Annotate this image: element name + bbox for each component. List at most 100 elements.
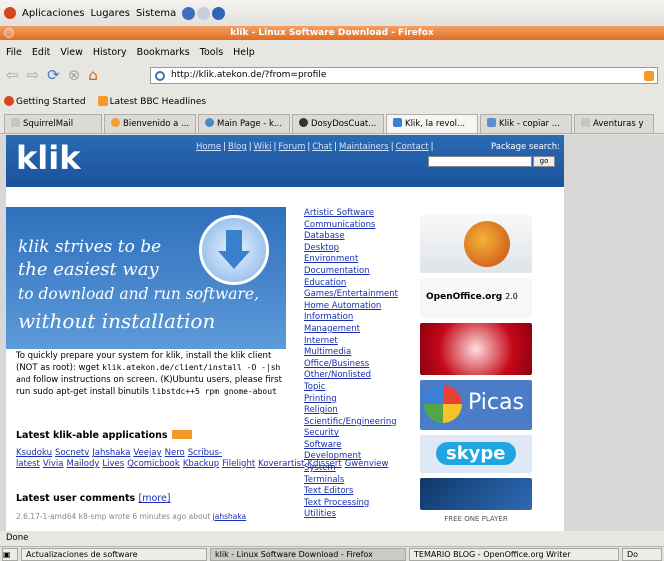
nav-link-chat[interactable]: Chat bbox=[312, 142, 332, 152]
stop-icon[interactable]: ⊗ bbox=[68, 67, 81, 83]
latest-comments-heading: Latest user comments [more] bbox=[16, 493, 171, 504]
category-link[interactable]: Information bbox=[304, 312, 420, 324]
search-go-button[interactable]: go bbox=[533, 156, 555, 167]
category-link[interactable]: Office/Business bbox=[304, 359, 420, 371]
category-link[interactable]: Printing bbox=[304, 394, 420, 406]
logo-version: 2.0 bbox=[505, 292, 518, 301]
site-logo[interactable]: klik bbox=[16, 139, 81, 177]
category-link[interactable]: Text Editors bbox=[304, 486, 420, 498]
app-link[interactable]: Veejay bbox=[133, 448, 161, 458]
category-link[interactable]: Management bbox=[304, 324, 420, 336]
openoffice-logo[interactable]: OpenOffice.org 2.0 bbox=[420, 278, 532, 318]
nav-link-maintainers[interactable]: Maintainers bbox=[339, 142, 389, 152]
category-link[interactable]: Terminals bbox=[304, 475, 420, 487]
category-link[interactable]: Home Automation bbox=[304, 301, 420, 313]
category-link[interactable]: System bbox=[304, 463, 420, 475]
mail-launcher-icon[interactable] bbox=[197, 6, 211, 20]
firefox-logo[interactable] bbox=[420, 215, 532, 273]
menu-view[interactable]: View bbox=[60, 47, 83, 58]
category-link[interactable]: Topic bbox=[304, 382, 420, 394]
category-link[interactable]: Internet bbox=[304, 336, 420, 348]
rss-icon[interactable] bbox=[171, 430, 192, 439]
category-link[interactable]: Development bbox=[304, 451, 420, 463]
app-link[interactable]: Jahshaka bbox=[92, 448, 130, 458]
tab-squirrelmail[interactable]: SquirrelMail bbox=[4, 114, 102, 133]
category-link[interactable]: Desktop bbox=[304, 243, 420, 255]
nav-link-wiki[interactable]: Wiki bbox=[254, 142, 272, 152]
app-link[interactable]: Nero bbox=[165, 448, 185, 458]
category-link[interactable]: Multimedia bbox=[304, 347, 420, 359]
more-comments-link[interactable]: [more] bbox=[138, 493, 170, 504]
firefox-icon bbox=[4, 95, 14, 106]
category-link[interactable]: Utilities bbox=[304, 509, 420, 521]
nav-link-contact[interactable]: Contact bbox=[396, 142, 429, 152]
task-actualizaciones[interactable]: Actualizaciones de software bbox=[21, 547, 207, 561]
home-icon[interactable]: ⌂ bbox=[88, 67, 98, 83]
skype-logo[interactable]: skype bbox=[420, 435, 532, 473]
panel-menu-places[interactable]: Lugares bbox=[90, 8, 129, 19]
picasa-logo[interactable]: Picas bbox=[420, 380, 532, 430]
category-link[interactable]: Database bbox=[304, 231, 420, 243]
tab-klik-copiar[interactable]: Klik - copiar ... bbox=[480, 114, 572, 133]
app-link[interactable]: Koverartist bbox=[258, 459, 304, 469]
category-link[interactable]: Religion bbox=[304, 405, 420, 417]
tab-aventuras[interactable]: Aventuras y bbox=[574, 114, 654, 133]
category-link[interactable]: Communications bbox=[304, 220, 420, 232]
app-link[interactable]: Mailody bbox=[67, 459, 100, 469]
freeone-player-logo[interactable]: FREE ONE PLAYER bbox=[420, 515, 532, 529]
category-link[interactable]: Software bbox=[304, 440, 420, 452]
app-link[interactable]: Qcomicbook bbox=[127, 459, 180, 469]
task-openoffice-writer[interactable]: TEMARIO BLOG - OpenOffice.org Writer bbox=[409, 547, 619, 561]
package-search-input[interactable] bbox=[428, 156, 532, 167]
app-link[interactable]: Filelight bbox=[222, 459, 255, 469]
menu-history[interactable]: History bbox=[93, 47, 127, 58]
task-firefox[interactable]: klik - Linux Software Download - Firefox bbox=[210, 547, 406, 561]
menu-edit[interactable]: Edit bbox=[32, 47, 50, 58]
category-link[interactable]: Other/Nonlisted bbox=[304, 370, 420, 382]
panel-menu-system[interactable]: Sistema bbox=[136, 8, 176, 19]
tab-label: Klik, la revol... bbox=[405, 119, 466, 129]
category-link[interactable]: Environment bbox=[304, 254, 420, 266]
category-link[interactable]: Education bbox=[304, 278, 420, 290]
comment-text: 2.6.17-1-amd64 k8-smp wrote 6 minutes ag… bbox=[16, 512, 211, 521]
menu-file[interactable]: File bbox=[6, 47, 22, 58]
app-link[interactable]: Lives bbox=[102, 459, 124, 469]
app-link[interactable]: Socnetv bbox=[55, 448, 89, 458]
menu-help[interactable]: Help bbox=[233, 47, 255, 58]
category-link[interactable]: Text Processing bbox=[304, 498, 420, 510]
category-link[interactable]: Scientific/Engineering bbox=[304, 417, 420, 429]
menu-tools[interactable]: Tools bbox=[200, 47, 223, 58]
app-link[interactable]: Ksudoku bbox=[16, 448, 52, 458]
category-link[interactable]: Security bbox=[304, 428, 420, 440]
nav-link-home[interactable]: Home bbox=[196, 142, 221, 152]
tab-klik-revol[interactable]: Klik, la revol... bbox=[386, 114, 478, 133]
comment-app-link[interactable]: jahshaka bbox=[213, 512, 247, 521]
app-link[interactable]: Vivia bbox=[43, 459, 64, 469]
gnome-foot-icon[interactable] bbox=[4, 7, 16, 19]
show-desktop-button[interactable]: ▣ bbox=[2, 547, 18, 561]
firefox-launcher-icon[interactable] bbox=[182, 6, 196, 20]
help-launcher-icon[interactable] bbox=[212, 6, 226, 20]
bookmark-getting-started[interactable]: Getting Started bbox=[4, 95, 86, 107]
url-bar[interactable]: http://klik.atekon.de/?from=profile bbox=[150, 67, 658, 84]
tab-dosydoscuat[interactable]: DosyDosCuat... bbox=[292, 114, 384, 133]
nav-link-blog[interactable]: Blog bbox=[228, 142, 247, 152]
window-menu-icon[interactable] bbox=[4, 28, 14, 38]
reload-icon[interactable]: ⟳ bbox=[47, 67, 60, 83]
back-arrow-icon[interactable]: ⇦ bbox=[6, 67, 19, 83]
forward-arrow-icon[interactable]: ⇨ bbox=[27, 67, 40, 83]
blue-app-logo[interactable] bbox=[420, 478, 532, 510]
menu-bookmarks[interactable]: Bookmarks bbox=[137, 47, 190, 58]
tab-main-page[interactable]: Main Page - k... bbox=[198, 114, 290, 133]
tab-bienvenido[interactable]: Bienvenido a ... bbox=[104, 114, 196, 133]
app-link[interactable]: Kbackup bbox=[183, 459, 219, 469]
category-link[interactable]: Artistic Software bbox=[304, 208, 420, 220]
category-link[interactable]: Games/Entertainment bbox=[304, 289, 420, 301]
rss-feed-icon[interactable] bbox=[644, 71, 654, 81]
panel-menu-applications[interactable]: Aplicaciones bbox=[22, 8, 84, 19]
nav-link-forum[interactable]: Forum bbox=[278, 142, 305, 152]
category-link[interactable]: Documentation bbox=[304, 266, 420, 278]
bookmark-bbc-headlines[interactable]: Latest BBC Headlines bbox=[97, 95, 206, 107]
task-other[interactable]: Do bbox=[622, 547, 662, 561]
red-app-logo[interactable] bbox=[420, 323, 532, 375]
